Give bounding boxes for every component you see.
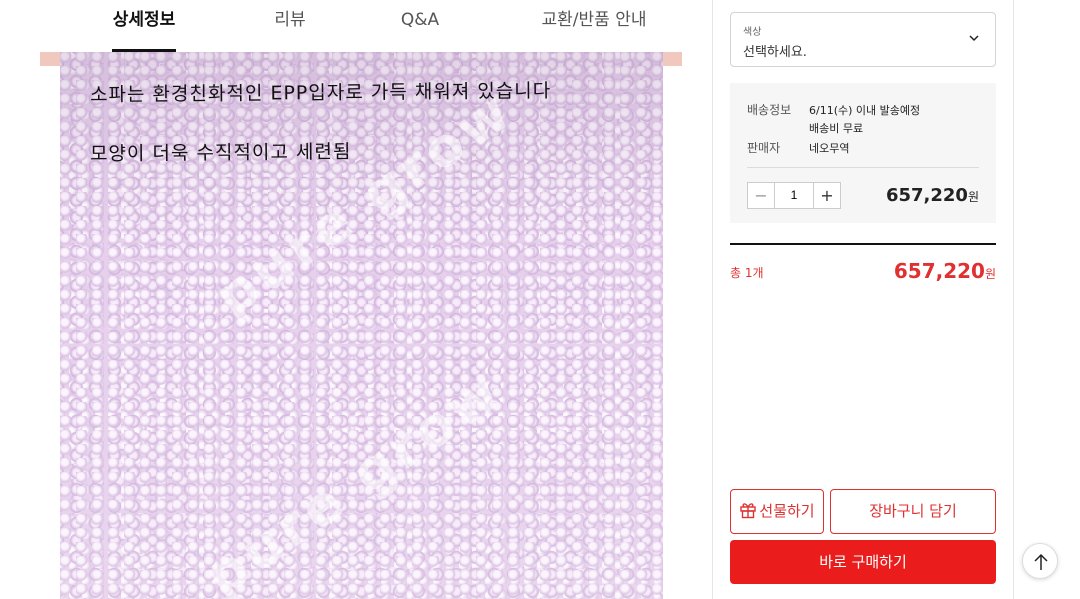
quantity-increase-button[interactable]: + bbox=[813, 183, 840, 208]
seller-label: 판매자 bbox=[747, 141, 781, 155]
shipping-date: 6/11(수) 이내 발송예정 bbox=[809, 104, 921, 117]
item-price: 657,220원 bbox=[886, 185, 979, 206]
quantity-stepper: − + bbox=[747, 182, 841, 209]
total-price-amount: 657,220 bbox=[893, 259, 985, 283]
gift-button-label: 선물하기 bbox=[759, 502, 815, 520]
tab-qna[interactable]: Q&A bbox=[392, 0, 448, 52]
image-shading bbox=[60, 52, 663, 599]
color-option-select[interactable]: 색상 선택하세요. bbox=[730, 12, 996, 67]
tab-reviews[interactable]: 리뷰 bbox=[266, 0, 314, 52]
currency-unit: 원 bbox=[984, 267, 996, 281]
column-divider bbox=[1013, 0, 1014, 599]
total-price: 657,220원 bbox=[894, 259, 996, 283]
column-divider bbox=[712, 0, 713, 599]
tab-exchange-return[interactable]: 교환/반품 안내 bbox=[532, 0, 656, 52]
buy-now-button[interactable]: 바로 구매하기 bbox=[730, 540, 996, 584]
chevron-down-icon bbox=[969, 35, 979, 42]
product-detail-image: 소파는 환경친화적인 EPP입자로 가득 채워져 있습니다 모양이 더욱 수직적… bbox=[60, 52, 663, 599]
shipping-fee: 배송비 무료 bbox=[809, 122, 864, 135]
divider bbox=[747, 167, 979, 168]
quantity-decrease-button[interactable]: − bbox=[748, 183, 775, 208]
image-caption-line2: 모양이 더욱 수직적이고 세련됨 bbox=[89, 140, 352, 166]
currency-unit: 원 bbox=[967, 190, 979, 204]
shipping-label: 배송정보 bbox=[747, 103, 792, 117]
gift-icon bbox=[740, 503, 757, 519]
arrow-up-icon bbox=[1034, 553, 1048, 570]
option-value: 선택하세요. bbox=[743, 45, 807, 60]
detail-tabs: 상세정보 리뷰 Q&A 교환/반품 안내 bbox=[40, 0, 682, 52]
total-count: 총 1개 bbox=[730, 266, 764, 280]
item-price-amount: 657,220 bbox=[885, 185, 968, 206]
scroll-to-top-button[interactable] bbox=[1022, 543, 1058, 579]
gift-button[interactable]: 선물하기 bbox=[730, 489, 824, 534]
total-divider bbox=[730, 243, 996, 245]
tab-detail-info[interactable]: 상세정보 bbox=[112, 0, 176, 52]
add-to-cart-button[interactable]: 장바구니 담기 bbox=[830, 489, 996, 534]
option-label: 색상 bbox=[743, 27, 762, 38]
seller-name: 네오무역 bbox=[809, 142, 850, 155]
shipping-info-box: 배송정보 6/11(수) 이내 발송예정 배송비 무료 판매자 네오무역 − +… bbox=[730, 83, 996, 223]
quantity-input[interactable] bbox=[775, 183, 813, 208]
